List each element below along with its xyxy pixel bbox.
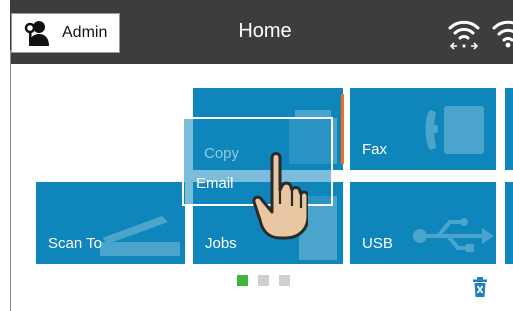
- page-indicator: [237, 275, 290, 286]
- scanner-icon: [100, 216, 180, 256]
- tile-usb[interactable]: USB: [350, 182, 496, 264]
- wifi-icon[interactable]: [490, 16, 513, 52]
- tile-partial-right-bottom[interactable]: [505, 182, 513, 264]
- usb-icon: [413, 218, 494, 252]
- hand-pointer-icon: [252, 152, 308, 240]
- tile-scan-to-label: Scan To: [48, 235, 102, 252]
- page-dot-3[interactable]: [279, 275, 290, 286]
- admin-label: Admin: [62, 24, 108, 41]
- page-dot-1[interactable]: [237, 275, 248, 286]
- drop-indicator: [341, 94, 344, 164]
- wifi-direct-icon[interactable]: [446, 16, 482, 52]
- device-screen: Admin Home Copy Fax: [0, 0, 513, 311]
- tile-scan-to[interactable]: Scan To: [36, 182, 185, 264]
- fax-icon: [425, 106, 484, 154]
- page-dot-2[interactable]: [258, 275, 269, 286]
- drag-copy-label: Copy: [204, 145, 240, 162]
- tile-fax[interactable]: Fax: [350, 88, 496, 170]
- trash-icon[interactable]: [472, 276, 488, 298]
- drag-email-label: Email: [196, 175, 234, 192]
- tile-fax-label: Fax: [362, 141, 388, 158]
- tile-partial-right-top[interactable]: [505, 88, 513, 170]
- page-title: Home: [238, 20, 292, 42]
- admin-icon: [24, 20, 52, 46]
- tile-usb-label: USB: [362, 235, 393, 252]
- tile-jobs-label: Jobs: [205, 235, 237, 252]
- admin-button[interactable]: Admin: [11, 13, 120, 53]
